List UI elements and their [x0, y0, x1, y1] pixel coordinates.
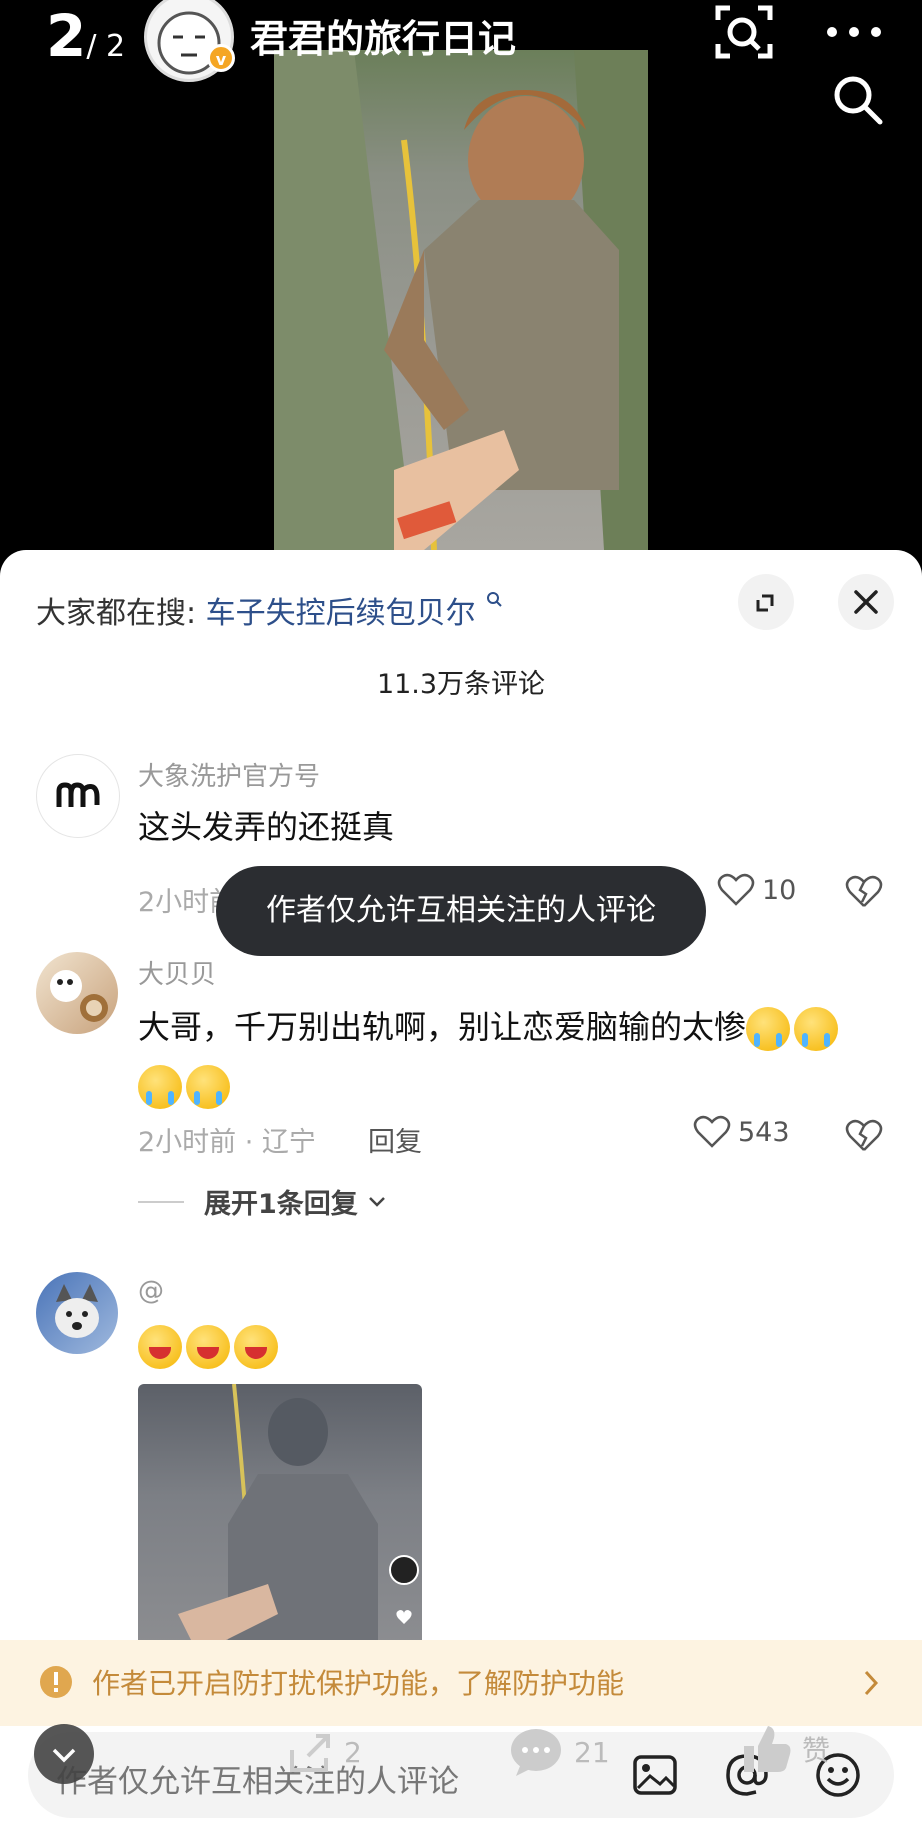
comment-button[interactable]: 21	[508, 1726, 610, 1778]
chevron-down-icon	[52, 1748, 76, 1763]
share-count: 2	[344, 1735, 362, 1769]
comment-sheet: 大家都在搜: 车子失控后续包贝尔 11.3万条评论 大象洗护官方号 这头发弄的还…	[0, 550, 922, 1829]
divider	[138, 1200, 184, 1203]
comment-image-illustration	[178, 1384, 419, 1664]
comment-author[interactable]: @	[138, 1276, 164, 1306]
warning-icon	[40, 1666, 72, 1698]
crying-emoji-icon	[794, 1007, 839, 1051]
expand-replies-label: 展开1条回复	[204, 1189, 358, 1220]
comment-author[interactable]: 大贝贝	[138, 954, 216, 991]
dislike-button[interactable]	[844, 872, 884, 912]
like-button[interactable]: 543	[692, 1114, 790, 1150]
broken-heart-icon	[845, 1119, 883, 1151]
chevron-right-icon	[864, 1670, 879, 1696]
like-count: 543	[738, 1116, 790, 1148]
comment-count: 11.3万条评论	[376, 669, 546, 700]
search-icon[interactable]	[830, 72, 886, 128]
crying-emoji-icon	[746, 1007, 791, 1051]
close-icon	[854, 590, 878, 614]
crying-emoji-icon	[138, 1065, 182, 1109]
page-total: / 2	[86, 29, 126, 64]
thumbs-up-icon	[744, 1726, 791, 1772]
expand-replies-button[interactable]: 展开1条回复	[138, 1182, 388, 1221]
dislike-button[interactable]	[844, 1116, 884, 1156]
comment-image[interactable]: 128	[138, 1384, 422, 1664]
comment-author[interactable]: 大象洗护官方号	[138, 756, 320, 793]
video-frame[interactable]	[274, 50, 648, 550]
comment-text: 大哥，千万别出轨啊，别让恋爱脑输的太惨	[138, 1008, 747, 1046]
protection-notice[interactable]: 作者已开启防打扰保护功能，了解防护功能	[0, 1640, 922, 1726]
expand-icon	[756, 594, 774, 612]
husky-photo-icon	[55, 1284, 99, 1338]
scan-icon[interactable]	[712, 2, 776, 62]
like-video-button[interactable]: 赞	[740, 1722, 830, 1776]
collapse-button[interactable]	[34, 1724, 94, 1784]
crying-emoji-icon	[186, 1065, 230, 1109]
comment-avatar[interactable]	[36, 754, 120, 838]
comment-time-location: 2小时前 · 辽宁	[138, 1127, 316, 1158]
page-current: 2	[46, 2, 87, 70]
comment-text-block: 大哥，千万别出轨啊，别让恋爱脑输的太惨	[138, 998, 898, 1114]
hot-search-keyword[interactable]: 车子失控后续包贝尔	[206, 596, 476, 631]
protection-notice-text: 作者已开启防打扰保护功能，了解防护功能	[92, 1667, 625, 1700]
comment-text: 这头发弄的还挺真	[138, 808, 395, 846]
chevron-down-icon	[368, 1196, 385, 1207]
image-icon[interactable]	[632, 1754, 678, 1796]
comment-avatar[interactable]	[36, 1272, 118, 1354]
hot-search-prefix: 大家都在搜:	[36, 596, 197, 631]
like-button[interactable]: 10	[716, 872, 796, 908]
comment-input-placeholder: 作者仅允许互相关注的人评论	[56, 1764, 459, 1800]
share-icon	[290, 1734, 330, 1772]
comment-total: 21	[574, 1735, 610, 1769]
share-button[interactable]: 2	[286, 1730, 362, 1774]
expand-sheet-button[interactable]	[738, 574, 794, 630]
account-name[interactable]: 君君的旅行日记	[250, 8, 516, 63]
laughing-emoji-icon	[186, 1325, 230, 1369]
verified-badge-icon: v	[207, 44, 235, 72]
reply-button[interactable]: 回复	[368, 1120, 422, 1159]
hot-search[interactable]: 大家都在搜: 车子失控后续包贝尔	[36, 588, 505, 632]
hot-search-magnifier-icon	[487, 592, 502, 607]
laughing-emoji-icon	[138, 1325, 182, 1369]
top-bar: 2/ 2 v 君君的旅行日记	[0, 0, 922, 125]
heart-icon	[717, 873, 755, 906]
video-illustration	[274, 50, 648, 550]
brand-logo-icon	[56, 782, 100, 807]
toast-message: 作者仅允许互相关注的人评论	[216, 866, 706, 956]
comment-avatar[interactable]	[36, 952, 118, 1034]
more-icon[interactable]	[824, 20, 884, 44]
dog-photo-icon	[50, 970, 108, 1022]
comment-bubble-icon	[511, 1729, 561, 1776]
comment-emoji-row	[138, 1316, 282, 1374]
broken-heart-icon	[845, 875, 883, 907]
close-sheet-button[interactable]	[838, 574, 894, 630]
like-label: 赞	[802, 1734, 831, 1767]
page-indicator: 2/ 2	[46, 2, 125, 70]
heart-icon	[693, 1115, 731, 1148]
laughing-emoji-icon	[234, 1325, 278, 1369]
like-count: 10	[762, 874, 797, 906]
